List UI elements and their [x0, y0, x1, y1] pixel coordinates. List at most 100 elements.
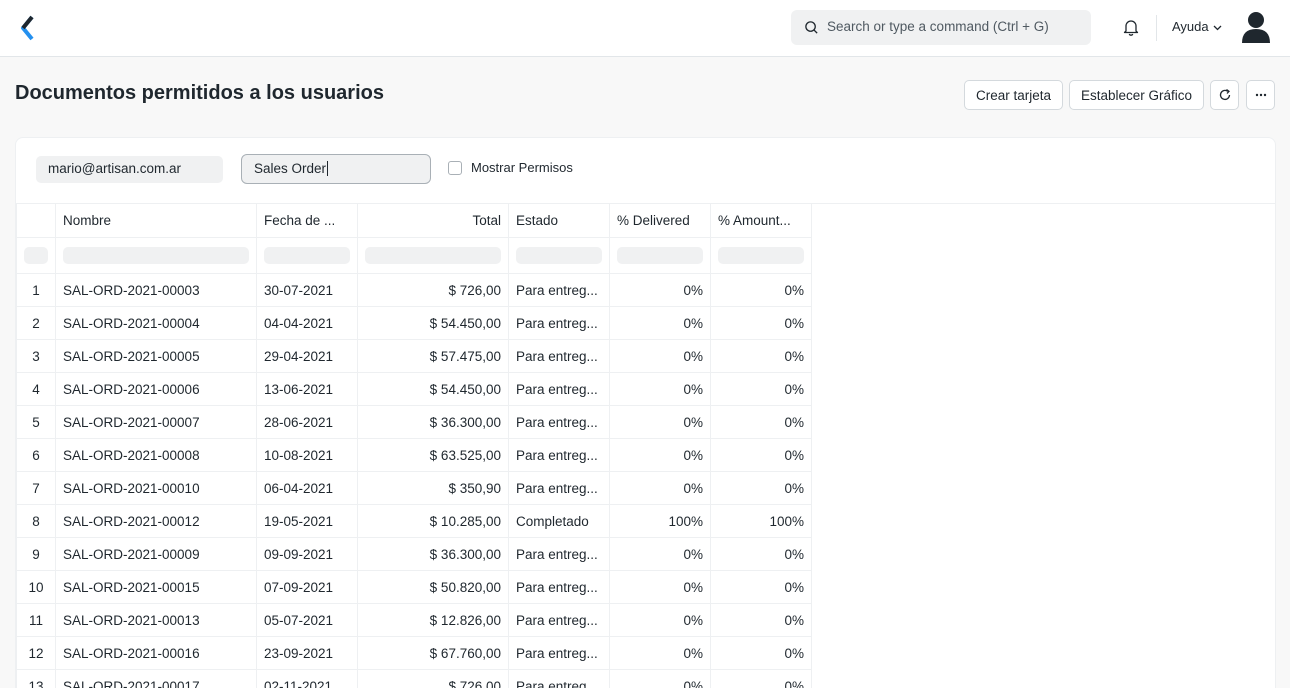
cell-amount[interactable]: 0%: [711, 373, 812, 405]
set-chart-button[interactable]: Establecer Gráfico: [1069, 80, 1204, 110]
cell-estado[interactable]: Para entreg...: [509, 274, 610, 306]
table-row[interactable]: 4 SAL-ORD-2021-00006 13-06-2021 $ 54.450,00…: [17, 373, 812, 406]
column-filter-input[interactable]: [257, 238, 358, 273]
cell-estado[interactable]: Para entreg...: [509, 373, 610, 405]
cell-estado[interactable]: Para entreg...: [509, 340, 610, 372]
table-row[interactable]: 9 SAL-ORD-2021-00009 09-09-2021 $ 36.300,00…: [17, 538, 812, 571]
cell-amount[interactable]: 0%: [711, 406, 812, 438]
cell-delivered[interactable]: 0%: [610, 538, 711, 570]
cell-delivered[interactable]: 0%: [610, 439, 711, 471]
cell-nombre[interactable]: SAL-ORD-2021-00005: [56, 340, 257, 372]
cell-fecha[interactable]: 28-06-2021: [257, 406, 358, 438]
column-filter-input[interactable]: [509, 238, 610, 273]
cell-fecha[interactable]: 02-11-2021: [257, 670, 358, 688]
cell-amount[interactable]: 0%: [711, 637, 812, 669]
cell-estado[interactable]: Para entreg...: [509, 670, 610, 688]
cell-delivered[interactable]: 0%: [610, 604, 711, 636]
search-input[interactable]: Search or type a command (Ctrl + G): [827, 19, 1049, 34]
cell-delivered[interactable]: 0%: [610, 340, 711, 372]
cell-nombre[interactable]: SAL-ORD-2021-00008: [56, 439, 257, 471]
cell-estado[interactable]: Para entreg...: [509, 571, 610, 603]
cell-total[interactable]: $ 36.300,00: [358, 406, 509, 438]
cell-amount[interactable]: 0%: [711, 274, 812, 306]
cell-amount[interactable]: 100%: [711, 505, 812, 537]
app-logo-icon[interactable]: [18, 14, 40, 42]
table-row[interactable]: 3 SAL-ORD-2021-00005 29-04-2021 $ 57.475,00…: [17, 340, 812, 373]
cell-nombre[interactable]: SAL-ORD-2021-00004: [56, 307, 257, 339]
table-row[interactable]: 12 SAL-ORD-2021-00016 23-09-2021 $ 67.760,0…: [17, 637, 812, 670]
more-options-button[interactable]: [1246, 80, 1275, 110]
show-permissions-checkbox[interactable]: [448, 161, 462, 175]
search-bar[interactable]: Search or type a command (Ctrl + G): [791, 10, 1091, 45]
table-row[interactable]: 13 SAL-ORD-2021-00017 02-11-2021 $ 726,00 Pa…: [17, 670, 812, 688]
cell-amount[interactable]: 0%: [711, 538, 812, 570]
user-avatar-icon[interactable]: [1240, 10, 1272, 44]
cell-amount[interactable]: 0%: [711, 340, 812, 372]
cell-total[interactable]: $ 54.450,00: [358, 373, 509, 405]
cell-amount[interactable]: 0%: [711, 571, 812, 603]
cell-amount[interactable]: 0%: [711, 439, 812, 471]
cell-total[interactable]: $ 36.300,00: [358, 538, 509, 570]
cell-amount[interactable]: 0%: [711, 604, 812, 636]
cell-total[interactable]: $ 10.285,00: [358, 505, 509, 537]
cell-delivered[interactable]: 100%: [610, 505, 711, 537]
cell-delivered[interactable]: 0%: [610, 307, 711, 339]
cell-estado[interactable]: Completado: [509, 505, 610, 537]
cell-estado[interactable]: Para entreg...: [509, 637, 610, 669]
cell-fecha[interactable]: 06-04-2021: [257, 472, 358, 504]
cell-estado[interactable]: Para entreg...: [509, 439, 610, 471]
table-row[interactable]: 11 SAL-ORD-2021-00013 05-07-2021 $ 12.826,0…: [17, 604, 812, 637]
cell-fecha[interactable]: 30-07-2021: [257, 274, 358, 306]
column-header[interactable]: Nombre: [56, 204, 257, 237]
cell-amount[interactable]: 0%: [711, 472, 812, 504]
cell-nombre[interactable]: SAL-ORD-2021-00003: [56, 274, 257, 306]
cell-total[interactable]: $ 350,90: [358, 472, 509, 504]
cell-fecha[interactable]: 04-04-2021: [257, 307, 358, 339]
create-card-button[interactable]: Crear tarjeta: [964, 80, 1063, 110]
chevron-down-icon[interactable]: [1212, 22, 1223, 33]
refresh-button[interactable]: [1210, 80, 1239, 110]
cell-total[interactable]: $ 726,00: [358, 670, 509, 688]
column-filter-input[interactable]: [711, 238, 812, 273]
cell-delivered[interactable]: 0%: [610, 571, 711, 603]
column-header[interactable]: % Amount...: [711, 204, 812, 237]
cell-nombre[interactable]: SAL-ORD-2021-00006: [56, 373, 257, 405]
cell-nombre[interactable]: SAL-ORD-2021-00010: [56, 472, 257, 504]
user-filter-field[interactable]: mario@artisan.com.ar: [36, 156, 223, 183]
cell-nombre[interactable]: SAL-ORD-2021-00007: [56, 406, 257, 438]
cell-nombre[interactable]: SAL-ORD-2021-00012: [56, 505, 257, 537]
column-filter-input[interactable]: [56, 238, 257, 273]
cell-delivered[interactable]: 0%: [610, 472, 711, 504]
cell-total[interactable]: $ 63.525,00: [358, 439, 509, 471]
table-row[interactable]: 6 SAL-ORD-2021-00008 10-08-2021 $ 63.525,00…: [17, 439, 812, 472]
cell-delivered[interactable]: 0%: [610, 406, 711, 438]
cell-fecha[interactable]: 10-08-2021: [257, 439, 358, 471]
cell-total[interactable]: $ 57.475,00: [358, 340, 509, 372]
cell-nombre[interactable]: SAL-ORD-2021-00013: [56, 604, 257, 636]
column-header[interactable]: % Delivered: [610, 204, 711, 237]
doctype-filter-field[interactable]: Sales Order: [241, 154, 431, 184]
cell-amount[interactable]: 0%: [711, 307, 812, 339]
cell-amount[interactable]: 0%: [711, 670, 812, 688]
cell-nombre[interactable]: SAL-ORD-2021-00017: [56, 670, 257, 688]
cell-estado[interactable]: Para entreg...: [509, 604, 610, 636]
cell-nombre[interactable]: SAL-ORD-2021-00009: [56, 538, 257, 570]
cell-fecha[interactable]: 29-04-2021: [257, 340, 358, 372]
cell-estado[interactable]: Para entreg...: [509, 472, 610, 504]
column-header[interactable]: Total: [358, 204, 509, 237]
cell-total[interactable]: $ 54.450,00: [358, 307, 509, 339]
cell-total[interactable]: $ 50.820,00: [358, 571, 509, 603]
cell-delivered[interactable]: 0%: [610, 274, 711, 306]
cell-fecha[interactable]: 09-09-2021: [257, 538, 358, 570]
cell-nombre[interactable]: SAL-ORD-2021-00016: [56, 637, 257, 669]
cell-estado[interactable]: Para entreg...: [509, 538, 610, 570]
cell-delivered[interactable]: 0%: [610, 637, 711, 669]
cell-delivered[interactable]: 0%: [610, 373, 711, 405]
cell-delivered[interactable]: 0%: [610, 670, 711, 688]
table-row[interactable]: 8 SAL-ORD-2021-00012 19-05-2021 $ 10.285,00…: [17, 505, 812, 538]
table-row[interactable]: 2 SAL-ORD-2021-00004 04-04-2021 $ 54.450,00…: [17, 307, 812, 340]
cell-estado[interactable]: Para entreg...: [509, 406, 610, 438]
table-row[interactable]: 10 SAL-ORD-2021-00015 07-09-2021 $ 50.820,0…: [17, 571, 812, 604]
cell-estado[interactable]: Para entreg...: [509, 307, 610, 339]
notification-bell-icon[interactable]: [1121, 17, 1141, 37]
